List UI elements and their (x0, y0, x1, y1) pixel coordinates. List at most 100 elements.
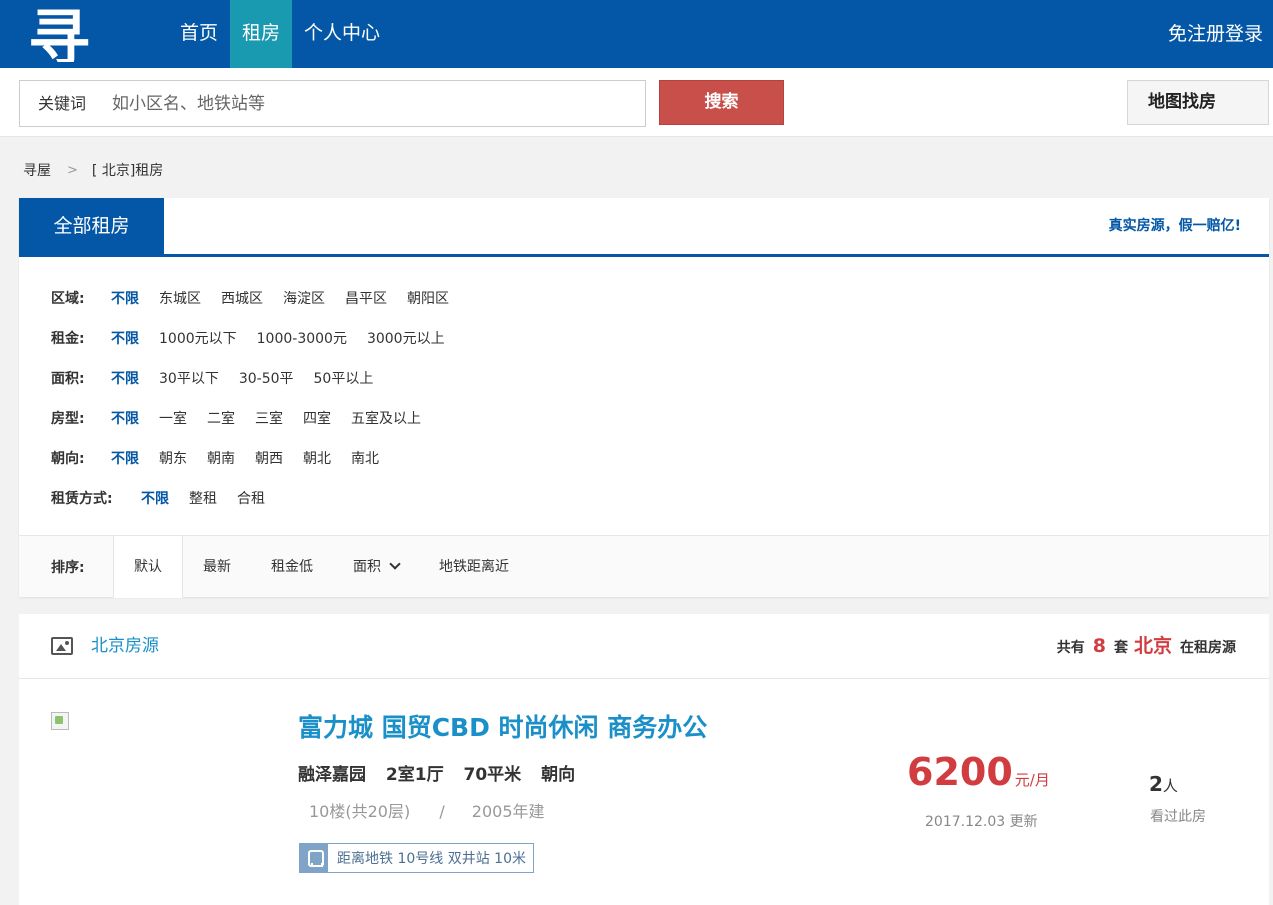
nav-rent[interactable]: 租房 (230, 0, 293, 68)
login-link[interactable]: 免注册登录 (1168, 0, 1263, 68)
tab-all-rentals[interactable]: 全部租房 (19, 198, 164, 257)
price-unit: 元/月 (1014, 771, 1050, 789)
chevron-down-icon (389, 558, 401, 570)
main-nav: 首页 租房 个人中心 (168, 0, 392, 68)
subway-distance: 距离地铁 10号线 双井站 10米 (337, 851, 526, 867)
filter-option[interactable]: 朝北 (303, 448, 331, 468)
update-time: 2017.12.03 更新 (925, 814, 1038, 830)
filter-option[interactable]: 朝东 (159, 448, 187, 468)
filter-label: 租金: (51, 331, 85, 347)
sort-bar: 排序: 默认 最新 租金低 面积 地铁距离近 (19, 535, 1269, 598)
sort-area[interactable]: 面积 (333, 536, 419, 598)
broken-image-icon[interactable] (51, 712, 69, 730)
filter-row-rent: 租金: 不限 1000元以下 1000-3000元 3000元以上 (51, 318, 469, 358)
filter-option[interactable]: 不限 (111, 368, 139, 388)
sort-default[interactable]: 默认 (113, 535, 183, 598)
filter-option[interactable]: 不限 (111, 288, 139, 308)
filter-label: 租赁方式: (51, 491, 113, 507)
sort-area-label: 面积 (353, 558, 381, 575)
filter-option[interactable]: 四室 (303, 408, 331, 428)
search-bar: 关键词 搜索 地图找房 (0, 68, 1273, 137)
subway-icon (300, 844, 328, 872)
filter-option[interactable]: 不限 (141, 488, 169, 508)
image-icon (51, 637, 73, 655)
filter-option[interactable]: 海淀区 (283, 288, 325, 308)
filter-option[interactable]: 不限 (111, 408, 139, 428)
listing-header: 北京房源 共有 8 套 北京 在租房源 (19, 614, 1269, 679)
filter-option[interactable]: 不限 (111, 328, 139, 348)
filter-label: 区域: (51, 291, 85, 307)
house-title-link[interactable]: 富力城 国贸CBD 时尚休闲 商务办公 (298, 708, 707, 744)
logo-text: 寻屋 (28, 8, 121, 62)
house-price: 6200 (907, 750, 1013, 794)
filter-option[interactable]: 1000-3000元 (257, 328, 347, 348)
filter-option[interactable]: 朝阳区 (407, 288, 449, 308)
filter-label: 房型: (51, 411, 85, 427)
nav-home[interactable]: 首页 (168, 0, 230, 68)
filter-option[interactable]: 南北 (351, 448, 379, 468)
house-info: 融泽嘉园 2室1厅 70平米 朝向 (298, 760, 589, 785)
house-orientation: 朝向 (541, 765, 576, 785)
views-count: 2人 (1149, 772, 1178, 796)
filter-option[interactable]: 三室 (255, 408, 283, 428)
house-area: 70平米 (463, 765, 522, 785)
top-navbar: 寻屋 首页 租房 个人中心 免注册登录 (0, 0, 1273, 68)
subway-tag: 距离地铁 10号线 双井站 10米 (299, 843, 534, 873)
site-logo[interactable]: 寻屋 (28, 8, 148, 62)
views-number: 2 (1149, 772, 1163, 796)
count-prefix: 共有 (1056, 640, 1085, 656)
filter-label: 朝向: (51, 451, 85, 467)
sort-subway-distance[interactable]: 地铁距离近 (419, 536, 529, 598)
filter-panel-header: 全部租房 真实房源，假一赔亿! (19, 198, 1269, 257)
meta-separator: / (439, 802, 445, 821)
search-input[interactable] (112, 87, 632, 120)
views-unit: 人 (1162, 777, 1178, 795)
breadcrumb-home[interactable]: 寻屋 (23, 160, 51, 180)
filter-option[interactable]: 西城区 (221, 288, 263, 308)
house-built-year: 2005年建 (471, 802, 545, 821)
filter-option[interactable]: 五室及以上 (351, 408, 421, 428)
house-item: 富力城 国贸CBD 时尚休闲 商务办公 融泽嘉园 2室1厅 70平米 朝向 10… (19, 680, 1269, 905)
count-number: 8 (1092, 635, 1106, 657)
filter-option[interactable]: 朝西 (255, 448, 283, 468)
filter-panel: 全部租房 真实房源，假一赔亿! 区域: 不限 东城区 西城区 海淀区 昌平区 朝… (19, 198, 1269, 598)
filter-option[interactable]: 1000元以下 (159, 328, 237, 348)
filter-option[interactable]: 二室 (207, 408, 235, 428)
filter-option[interactable]: 东城区 (159, 288, 201, 308)
filter-label: 面积: (51, 371, 85, 387)
listing-panel: 北京房源 共有 8 套 北京 在租房源 富力城 国贸CBD 时尚休闲 商务办公 … (19, 614, 1269, 905)
filter-row-area: 面积: 不限 30平以下 30-50平 50平以上 (51, 358, 469, 398)
filter-option[interactable]: 30-50平 (239, 368, 294, 388)
slogan: 真实房源，假一赔亿! (1108, 218, 1241, 234)
listing-count: 共有 8 套 北京 在租房源 (1057, 614, 1236, 681)
search-button[interactable]: 搜索 (659, 80, 784, 125)
filter-option[interactable]: 昌平区 (345, 288, 387, 308)
filter-option[interactable]: 50平以上 (314, 368, 374, 388)
sort-label: 排序: (51, 559, 85, 576)
filter-option[interactable]: 一室 (159, 408, 187, 428)
filter-row-room-type: 房型: 不限 一室 二室 三室 四室 五室及以上 (51, 398, 469, 438)
search-box: 关键词 (19, 80, 646, 127)
filter-option[interactable]: 合租 (237, 488, 265, 508)
filter-option[interactable]: 朝南 (207, 448, 235, 468)
house-community: 融泽嘉园 (298, 765, 366, 785)
filter-option[interactable]: 不限 (111, 448, 139, 468)
filter-row-lease-type: 租赁方式: 不限 整租 合租 (51, 478, 469, 518)
map-search-button[interactable]: 地图找房 (1127, 80, 1269, 125)
filter-row-district: 区域: 不限 东城区 西城区 海淀区 昌平区 朝阳区 (51, 278, 469, 318)
breadcrumb: 寻屋 > [ 北京]租房 (23, 160, 163, 180)
count-city: 北京 (1133, 635, 1172, 657)
chevron-right-icon: > (67, 162, 78, 178)
filter-option[interactable]: 30平以下 (159, 368, 219, 388)
listing-title[interactable]: 北京房源 (91, 614, 159, 679)
views-label: 看过此房 (1150, 809, 1206, 825)
count-unit: 套 (1113, 640, 1128, 656)
filter-option[interactable]: 整租 (189, 488, 217, 508)
house-layout: 2室1厅 (385, 765, 444, 785)
sort-rent-low[interactable]: 租金低 (251, 536, 333, 598)
price-block: 6200 元/月 (907, 750, 1050, 794)
nav-personal-center[interactable]: 个人中心 (292, 0, 392, 68)
sort-newest[interactable]: 最新 (183, 536, 251, 598)
filter-option[interactable]: 3000元以上 (367, 328, 445, 348)
filter-row-orientation: 朝向: 不限 朝东 朝南 朝西 朝北 南北 (51, 438, 469, 478)
